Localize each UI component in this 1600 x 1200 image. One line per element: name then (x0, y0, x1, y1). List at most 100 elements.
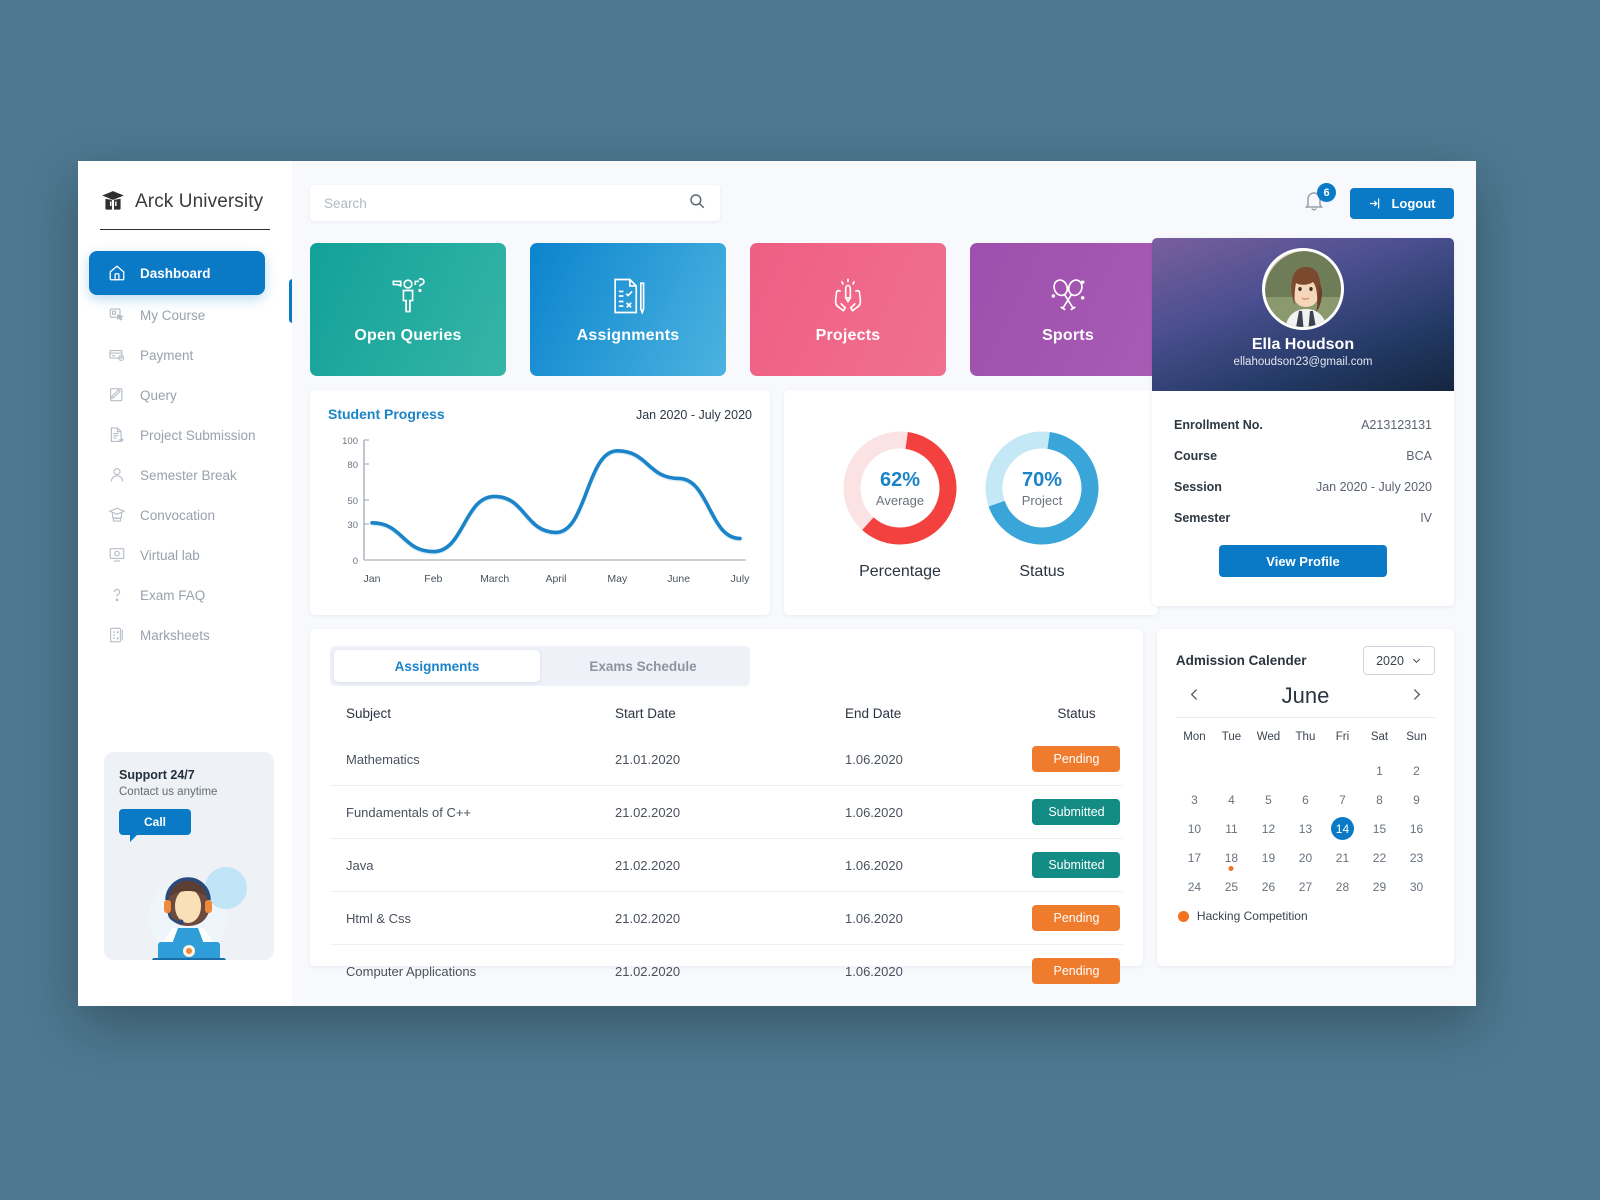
calendar-day[interactable]: 10 (1176, 814, 1213, 843)
sidebar-item-payment[interactable]: Payment (89, 335, 265, 375)
logout-button[interactable]: Logout (1350, 187, 1454, 219)
status-badge[interactable]: Submitted (1032, 799, 1121, 825)
calendar-blank-cell (1213, 756, 1250, 785)
cell-subject: Mathematics (346, 751, 420, 767)
chart-title: Student Progress (328, 406, 445, 422)
detail-label: Enrollment No. (1174, 417, 1263, 432)
calendar-day[interactable]: 13 (1287, 814, 1324, 843)
sidebar-item-label: Project Submission (140, 427, 256, 443)
calendar-day[interactable]: 29 (1361, 872, 1398, 901)
calendar-day[interactable]: 4 (1213, 785, 1250, 814)
tab-assignments[interactable]: Assignments (334, 650, 540, 682)
cell-start-date: 21.02.2020 (615, 944, 845, 997)
donuts-card: 62% Average Percentage 70% Project Statu… (784, 390, 1158, 615)
calendar-day[interactable]: 2 (1398, 756, 1435, 785)
tile-assignments[interactable]: Assignments (530, 243, 726, 376)
calendar-day[interactable]: 23 (1398, 843, 1435, 872)
calendar-day[interactable]: 27 (1287, 872, 1324, 901)
sidebar-item-convocation[interactable]: Convocation (89, 495, 265, 535)
sidebar-item-project-submission[interactable]: Project Submission (89, 415, 265, 455)
cell-start-date: 21.02.2020 (615, 891, 845, 945)
table-row: Computer Applications 21.02.2020 1.06.2020… (330, 944, 1123, 997)
calendar-day[interactable]: 22 (1361, 843, 1398, 872)
calendar-day[interactable]: 28 (1324, 872, 1361, 901)
donut-center-label: 70% Project (978, 424, 1106, 552)
view-profile-button[interactable]: View Profile (1219, 545, 1387, 577)
status-badge[interactable]: Pending (1032, 905, 1121, 931)
search-input[interactable] (324, 195, 688, 211)
sidebar-item-my-course[interactable]: My Course (89, 295, 265, 335)
year-select[interactable]: 2020 (1363, 646, 1435, 675)
tile-projects[interactable]: Projects (750, 243, 946, 376)
sidebar-item-label: Dashboard (140, 265, 211, 281)
detail-value: Jan 2020 - July 2020 (1315, 479, 1432, 494)
search-icon[interactable] (688, 192, 706, 215)
calendar-header: Admission Calender 2020 (1176, 646, 1435, 675)
cell-status: Pending (1030, 891, 1123, 945)
calendar-day[interactable]: 30 (1398, 872, 1435, 901)
calendar-day[interactable]: 19 (1250, 843, 1287, 872)
calendar-day[interactable]: 6 (1287, 785, 1324, 814)
calendar-day[interactable]: 14 (1324, 814, 1361, 843)
dashboard-window: Arck University Dashboard My Course Paym… (78, 161, 1476, 1006)
calendar-day[interactable]: 3 (1176, 785, 1213, 814)
sidebar-item-dashboard[interactable]: Dashboard (89, 251, 265, 295)
calendar-day[interactable]: 20 (1287, 843, 1324, 872)
call-button[interactable]: Call (119, 809, 191, 842)
person-icon (107, 465, 127, 485)
status-badge[interactable]: Pending (1032, 746, 1121, 772)
bottom-row: Assignments Exams Schedule Subject Start… (310, 629, 1454, 997)
calendar-day[interactable]: 26 (1250, 872, 1287, 901)
sidebar-item-exam-faq[interactable]: Exam FAQ (89, 575, 265, 615)
main-content: 6 Logout (292, 161, 1476, 1006)
sidebar-item-marksheets[interactable]: Marksheets (89, 615, 265, 655)
calendar-legend: Hacking Competition (1176, 909, 1435, 923)
cell-end-date: 1.06.2020 (845, 944, 1030, 997)
tile-open-queries[interactable]: Open Queries (310, 243, 506, 376)
calendar-day[interactable]: 25 (1213, 872, 1250, 901)
calendar-day[interactable]: 15 (1361, 814, 1398, 843)
sidebar-item-virtual-lab[interactable]: Virtual lab (89, 535, 265, 575)
search-box[interactable] (310, 185, 720, 221)
hands-pencil-icon (834, 278, 862, 312)
status-badge[interactable]: Submitted (1032, 852, 1121, 878)
calendar-days-grid: 1 2 3 4 5 6 7 8 9 10 11 12 13 14 15 16 17 18 19 20 21 22 23 24 2… (1176, 756, 1435, 901)
sidebar-item-query[interactable]: Query (89, 375, 265, 415)
sidebar-item-semester-break[interactable]: Semester Break (89, 455, 265, 495)
calendar-day[interactable]: 7 (1324, 785, 1361, 814)
chart-header: Student Progress Jan 2020 - July 2020 (328, 406, 752, 422)
sidebar-item-label: Virtual lab (140, 547, 200, 563)
calendar-day[interactable]: 11 (1213, 814, 1250, 843)
prev-month-button[interactable] (1180, 684, 1209, 709)
notifications-button[interactable]: 6 (1302, 183, 1336, 218)
tile-sports[interactable]: Sports (970, 243, 1166, 376)
calendar-day[interactable]: 18 (1213, 843, 1250, 872)
next-month-button[interactable] (1402, 684, 1431, 709)
cell-status: Submitted (1030, 838, 1123, 892)
profile-card: Ella Houdson ellahoudson23@gmail.com Enr… (1152, 238, 1454, 606)
profile-hero: Ella Houdson ellahoudson23@gmail.com (1152, 238, 1454, 391)
support-card: Support 24/7 Contact us anytime Call (104, 752, 274, 960)
calendar-day[interactable]: 5 (1250, 785, 1287, 814)
calendar-day[interactable]: 9 (1398, 785, 1435, 814)
calendar-day[interactable]: 21 (1324, 843, 1361, 872)
calendar-day[interactable]: 1 (1361, 756, 1398, 785)
calendar-day[interactable]: 17 (1176, 843, 1213, 872)
svg-text:50: 50 (347, 496, 358, 507)
calendar-day[interactable]: 12 (1250, 814, 1287, 843)
tab-exams-schedule[interactable]: Exams Schedule (540, 650, 746, 682)
svg-text:80: 80 (347, 460, 358, 471)
donut-sub: Average (875, 492, 925, 508)
profile-detail-row: Session Jan 2020 - July 2020 (1174, 471, 1432, 502)
cell-subject: Computer Applications (330, 944, 615, 997)
calendar-day[interactable]: 24 (1176, 872, 1213, 901)
status-badge[interactable]: Pending (1032, 958, 1121, 984)
marksheet-icon (107, 625, 127, 645)
donut-percent: 62% (879, 468, 921, 491)
home-icon (107, 263, 127, 283)
profile-details: Enrollment No. A213123131 Course BCA Ses… (1152, 391, 1454, 533)
cell-status: Pending (1030, 733, 1123, 786)
calendar-day[interactable]: 16 (1398, 814, 1435, 843)
detail-label: Session (1174, 479, 1222, 494)
calendar-day[interactable]: 8 (1361, 785, 1398, 814)
